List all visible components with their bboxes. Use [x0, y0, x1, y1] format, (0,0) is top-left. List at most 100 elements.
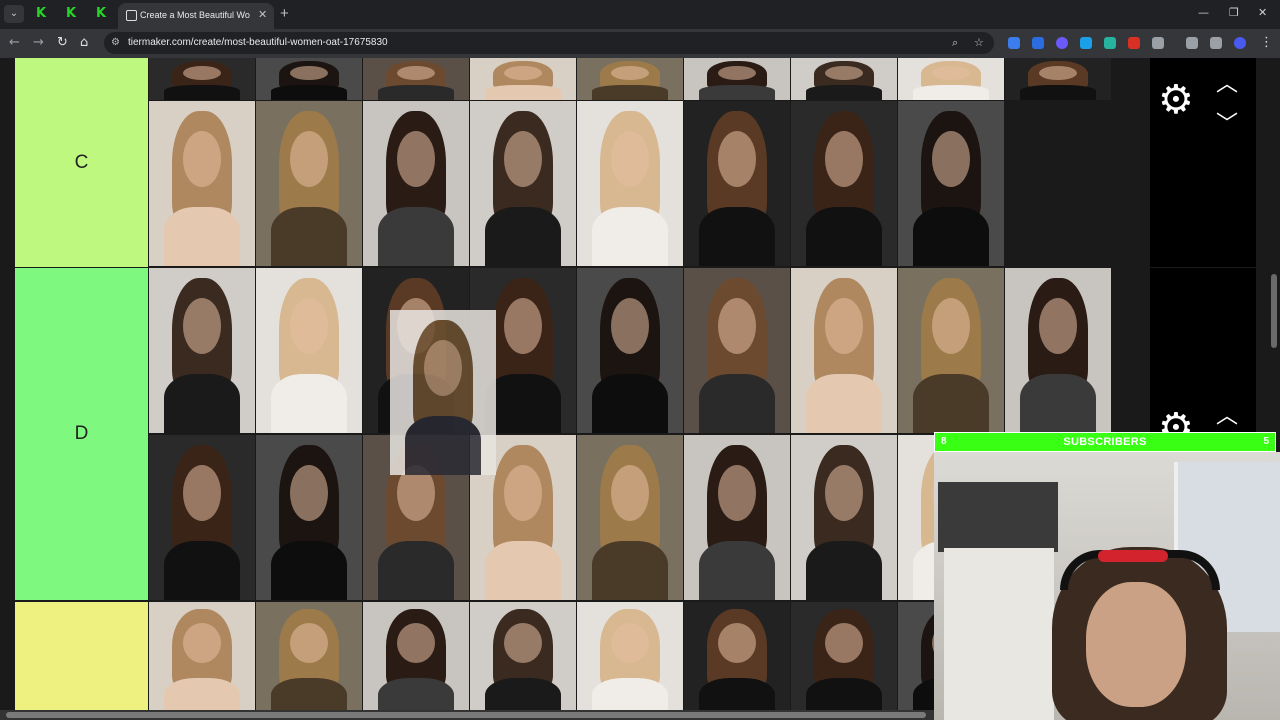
- horizontal-scrollbar[interactable]: [0, 710, 934, 720]
- tier-item-image[interactable]: [577, 58, 683, 100]
- tier-item-image[interactable]: [470, 602, 576, 720]
- profile-avatar-icon[interactable]: [1234, 37, 1246, 49]
- site-info-icon[interactable]: ⚙: [111, 37, 120, 48]
- tier-item-image[interactable]: [898, 101, 1004, 266]
- download-icon[interactable]: [1186, 37, 1198, 49]
- tier-item-image[interactable]: [149, 58, 255, 100]
- tier-label-d[interactable]: D: [15, 268, 148, 600]
- portrait-outfit: [912, 373, 990, 433]
- tier-item-image[interactable]: [577, 435, 683, 600]
- extension-icon-4[interactable]: [1080, 37, 1092, 49]
- close-tab-icon[interactable]: ✕: [258, 8, 267, 21]
- tier-item-image[interactable]: [577, 101, 683, 266]
- tab-search-button[interactable]: ⌄: [4, 5, 24, 23]
- tier-item-image[interactable]: [791, 268, 897, 433]
- home-icon[interactable]: ⌂: [80, 35, 88, 50]
- pinned-tab-1[interactable]: K: [28, 5, 54, 23]
- extension-icon-3[interactable]: [1056, 37, 1068, 49]
- tier-item-image[interactable]: [149, 435, 255, 600]
- back-icon[interactable]: ←: [9, 35, 20, 50]
- portrait-outfit: [698, 206, 776, 266]
- extension-icon-6[interactable]: [1128, 37, 1140, 49]
- tier-item-image[interactable]: [256, 268, 362, 433]
- tier-item-image[interactable]: [791, 435, 897, 600]
- tier-item-image[interactable]: [791, 101, 897, 266]
- dragged-tier-item[interactable]: [390, 310, 496, 475]
- tier-item-image[interactable]: [256, 435, 362, 600]
- portrait-face: [824, 297, 864, 354]
- portrait-outfit: [805, 84, 883, 100]
- tier-item-image[interactable]: [684, 58, 790, 100]
- portrait-outfit: [404, 415, 482, 475]
- tier-item-image[interactable]: [470, 58, 576, 100]
- tier-item-image[interactable]: [1005, 268, 1111, 433]
- minimize-icon[interactable]: —: [1198, 6, 1209, 19]
- horizontal-scroll-thumb[interactable]: [6, 712, 926, 718]
- portrait-outfit: [270, 84, 348, 100]
- portrait-face: [931, 297, 971, 354]
- tier-label-c[interactable]: C: [15, 58, 148, 267]
- pinned-tab-2[interactable]: K: [58, 5, 84, 23]
- tier-item-image[interactable]: [684, 101, 790, 266]
- extension-icon-1[interactable]: [1008, 37, 1020, 49]
- tier-item-image[interactable]: [363, 58, 469, 100]
- tier-item-image[interactable]: [256, 58, 362, 100]
- portrait-face: [289, 297, 329, 354]
- tier-item-image[interactable]: [898, 58, 1004, 100]
- tier-item-image[interactable]: [256, 101, 362, 266]
- tier-item-image[interactable]: [256, 602, 362, 720]
- tier-item-image[interactable]: [363, 602, 469, 720]
- tier-c-controls: ⚙ ︿ ﹀: [1150, 58, 1256, 267]
- portrait-outfit: [591, 206, 669, 266]
- portrait-face: [610, 297, 650, 354]
- gear-icon[interactable]: ⚙: [1158, 80, 1194, 120]
- zoom-icon[interactable]: ⌕: [952, 36, 958, 50]
- chevron-down-icon[interactable]: ﹀: [1216, 106, 1238, 138]
- vertical-scroll-thumb[interactable]: [1271, 274, 1277, 348]
- extension-icon-5[interactable]: [1104, 37, 1116, 49]
- portrait-outfit: [912, 206, 990, 266]
- forward-icon[interactable]: →: [33, 35, 44, 50]
- window-close-icon[interactable]: ✕: [1258, 6, 1267, 19]
- portrait-outfit: [591, 84, 669, 100]
- extensions-puzzle-icon[interactable]: [1152, 37, 1164, 49]
- portrait-face: [717, 130, 757, 187]
- tier-item-image[interactable]: [149, 268, 255, 433]
- tier-item-image[interactable]: [149, 101, 255, 266]
- portrait-face: [717, 464, 757, 521]
- tier-item-image[interactable]: [577, 268, 683, 433]
- portrait-face: [503, 297, 543, 354]
- tier-item-image[interactable]: [684, 602, 790, 720]
- pinned-tab-3[interactable]: K: [88, 5, 114, 23]
- tier-item-image[interactable]: [363, 101, 469, 266]
- portrait-face: [396, 130, 436, 187]
- portrait-outfit: [484, 206, 562, 266]
- portrait-face: [182, 297, 222, 354]
- chevron-up-icon[interactable]: ︿: [1216, 66, 1238, 98]
- tier-item-image[interactable]: [791, 602, 897, 720]
- tier-item-image[interactable]: [791, 58, 897, 100]
- address-bar[interactable]: ⚙ tiermaker.com/create/most-beautiful-wo…: [104, 32, 994, 54]
- portrait-outfit: [163, 540, 241, 600]
- chevron-up-icon[interactable]: ︿: [1216, 398, 1238, 430]
- portrait-face: [289, 130, 329, 187]
- tier-label-next[interactable]: [15, 602, 148, 720]
- tier-item-image[interactable]: [577, 602, 683, 720]
- tier-item-image[interactable]: [149, 602, 255, 720]
- portrait-face: [182, 130, 222, 187]
- active-tab[interactable]: Create a Most Beautiful Women ✕: [118, 3, 274, 29]
- tier-item-image[interactable]: [1005, 58, 1111, 100]
- new-tab-button[interactable]: +: [280, 5, 289, 23]
- extension-icon-2[interactable]: [1032, 37, 1044, 49]
- tier-item-image[interactable]: [898, 268, 1004, 433]
- reading-list-icon[interactable]: [1210, 37, 1222, 49]
- restore-icon[interactable]: ❐: [1229, 6, 1239, 19]
- tier-item-image[interactable]: [470, 101, 576, 266]
- menu-kebab-icon[interactable]: ⋮: [1260, 35, 1273, 50]
- tier-item-image[interactable]: [684, 435, 790, 600]
- tier-item-image[interactable]: [684, 268, 790, 433]
- bookmark-star-icon[interactable]: ☆: [974, 36, 984, 49]
- portrait-face: [610, 130, 650, 187]
- portrait-outfit: [377, 206, 455, 266]
- reload-icon[interactable]: ↻: [57, 35, 68, 50]
